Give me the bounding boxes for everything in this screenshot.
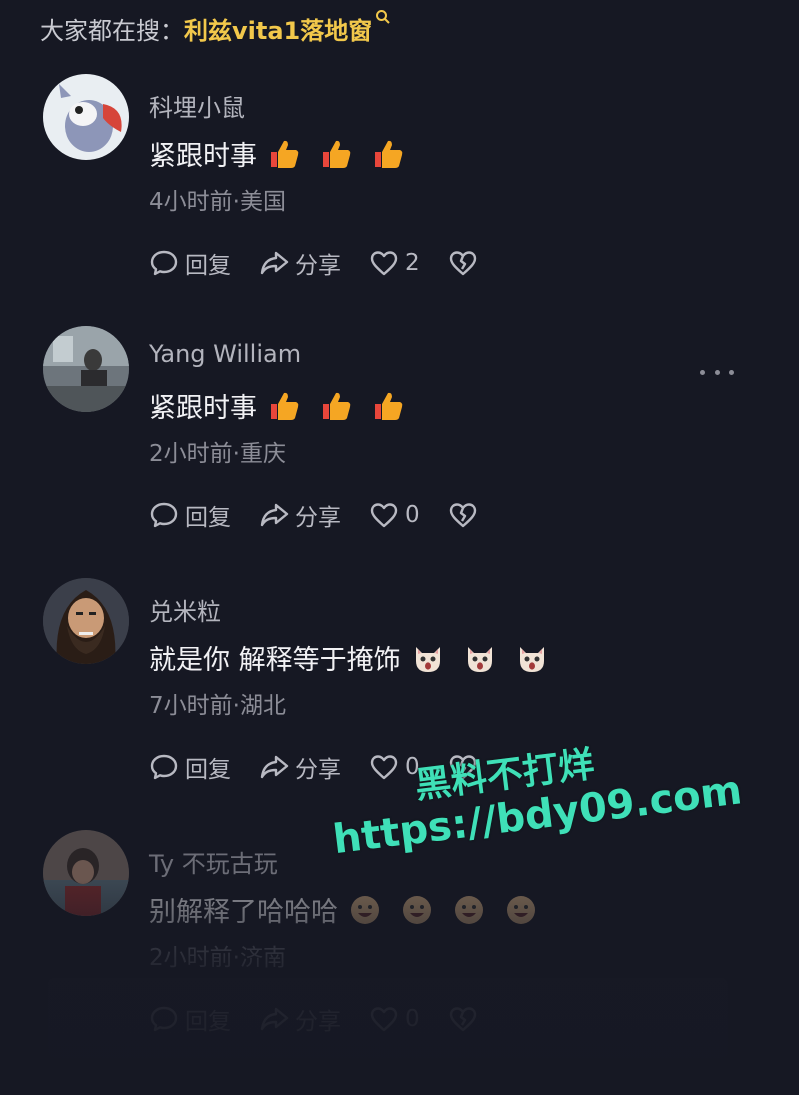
share-arrow-icon xyxy=(260,755,289,779)
more-options-button[interactable] xyxy=(700,364,734,380)
reply-label: 回复 xyxy=(185,253,231,279)
comment-item: Yang William 紧跟时事 2小时前·重庆 回复 分享 0 xyxy=(0,326,799,578)
comment-text: 别解释了哈哈哈 xyxy=(149,890,538,929)
comment-username[interactable]: 科埋小鼠 xyxy=(149,88,245,123)
more-dot-icon xyxy=(700,369,705,375)
comment-actions: 回复 分享 2 xyxy=(149,246,512,280)
reply-button[interactable]: 回复 xyxy=(149,246,231,280)
like-count: 0 xyxy=(405,502,420,528)
heart-icon xyxy=(370,503,398,528)
thumbs-up-emoji-icon xyxy=(371,389,405,423)
comment-text-body: 紧跟时事 xyxy=(149,393,257,424)
search-icon xyxy=(376,9,390,24)
search-suggestion-term: 利兹vita1落地窗 xyxy=(184,16,373,45)
comment-meta: 4小时前·美国 xyxy=(149,189,286,215)
avatar[interactable] xyxy=(43,326,129,412)
reply-label: 回复 xyxy=(185,505,231,531)
reply-bubble-icon xyxy=(150,502,178,528)
thumbs-up-emoji-icon xyxy=(371,137,405,171)
grin-face-emoji-icon xyxy=(348,893,382,927)
share-label: 分享 xyxy=(295,253,341,279)
reply-button[interactable]: 回复 xyxy=(149,498,231,532)
shocked-cat-emoji-icon xyxy=(463,641,497,675)
more-dot-icon xyxy=(729,369,734,375)
share-arrow-icon xyxy=(260,503,289,527)
dislike-button[interactable] xyxy=(448,248,484,278)
search-suggestion-label: 大家都在搜： xyxy=(40,16,184,45)
comment-item: 科埋小鼠 紧跟时事 4小时前·美国 回复 分享 2 xyxy=(0,74,799,326)
comment-text: 紧跟时事 xyxy=(149,386,405,425)
comment-username[interactable]: Yang William xyxy=(149,340,301,368)
like-count: 2 xyxy=(405,250,420,276)
thumbs-up-emoji-icon xyxy=(267,389,301,423)
reply-label: 回复 xyxy=(185,757,231,783)
comment-meta: 2小时前·重庆 xyxy=(149,441,286,467)
broken-heart-icon xyxy=(449,251,476,276)
thumbs-up-emoji-icon xyxy=(319,389,353,423)
comment-text: 就是你 解释等于掩饰 xyxy=(149,638,549,677)
dislike-button[interactable] xyxy=(448,500,484,530)
share-button[interactable]: 分享 xyxy=(259,498,341,532)
avatar[interactable] xyxy=(43,74,129,160)
grin-face-emoji-icon xyxy=(452,893,486,927)
comment-username[interactable]: 兑米粒 xyxy=(149,592,221,627)
like-button[interactable]: 0 xyxy=(369,500,420,530)
thumbs-up-emoji-icon xyxy=(319,137,353,171)
reply-button[interactable]: 回复 xyxy=(149,750,231,784)
grin-face-emoji-icon xyxy=(504,893,538,927)
comment-text-body: 就是你 解释等于掩饰 xyxy=(149,645,401,676)
comment-meta: 2小时前·济南 xyxy=(149,945,286,971)
heart-icon xyxy=(370,251,398,276)
avatar[interactable] xyxy=(43,578,129,664)
more-dot-icon xyxy=(714,369,720,375)
comment-text: 紧跟时事 xyxy=(149,134,405,173)
comment-meta: 7小时前·湖北 xyxy=(149,693,286,719)
avatar[interactable] xyxy=(43,830,129,916)
search-suggestion-link[interactable]: 利兹vita1落地窗 xyxy=(184,9,391,46)
shocked-cat-emoji-icon xyxy=(515,641,549,675)
grin-face-emoji-icon xyxy=(400,893,434,927)
comment-text-body: 紧跟时事 xyxy=(149,141,257,172)
reply-bubble-icon xyxy=(150,250,178,276)
like-button[interactable]: 2 xyxy=(369,248,420,278)
share-label: 分享 xyxy=(295,505,341,531)
thumbs-up-emoji-icon xyxy=(267,137,301,171)
collapsed-region xyxy=(48,978,728,1058)
share-arrow-icon xyxy=(260,251,289,275)
share-button[interactable]: 分享 xyxy=(259,246,341,280)
comment-username[interactable]: Ty 不玩古玩 xyxy=(149,844,278,879)
comment-text-body: 别解释了哈哈哈 xyxy=(149,897,338,928)
search-suggestion-bar: 大家都在搜： 利兹vita1落地窗 xyxy=(40,9,391,46)
shocked-cat-emoji-icon xyxy=(411,641,445,675)
broken-heart-icon xyxy=(449,503,476,528)
reply-bubble-icon xyxy=(150,754,178,780)
comment-actions: 回复 分享 0 xyxy=(149,498,512,532)
